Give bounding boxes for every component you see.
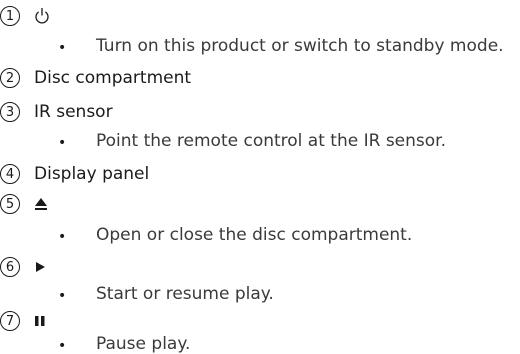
item-description: Turn on this product or switch to standb… bbox=[96, 36, 504, 56]
item-number-badge: 3 bbox=[0, 102, 20, 122]
item-number-badge: 5 bbox=[0, 194, 20, 214]
item-title: Display panel bbox=[34, 164, 150, 184]
power-icon bbox=[34, 7, 50, 25]
item-description: Point the remote control at the IR senso… bbox=[96, 131, 447, 151]
item-number-badge: 1 bbox=[0, 6, 20, 26]
bullet: • bbox=[58, 40, 67, 56]
item-number-badge: 2 bbox=[0, 68, 20, 88]
item-number-badge: 6 bbox=[0, 257, 20, 277]
bullet: • bbox=[58, 135, 67, 151]
item-number-badge: 7 bbox=[0, 311, 20, 331]
bullet: • bbox=[58, 229, 67, 245]
play-icon bbox=[34, 259, 46, 275]
item-description: Start or resume play. bbox=[96, 284, 274, 304]
item-title: IR sensor bbox=[34, 102, 113, 122]
pause-icon bbox=[34, 313, 46, 329]
item-number-badge: 4 bbox=[0, 164, 20, 184]
eject-icon bbox=[34, 196, 48, 212]
item-description: Pause play. bbox=[96, 334, 191, 354]
item-title: Disc compartment bbox=[34, 68, 192, 88]
item-description: Open or close the disc compartment. bbox=[96, 225, 413, 245]
bullet: • bbox=[58, 338, 67, 354]
bullet: • bbox=[58, 288, 67, 304]
